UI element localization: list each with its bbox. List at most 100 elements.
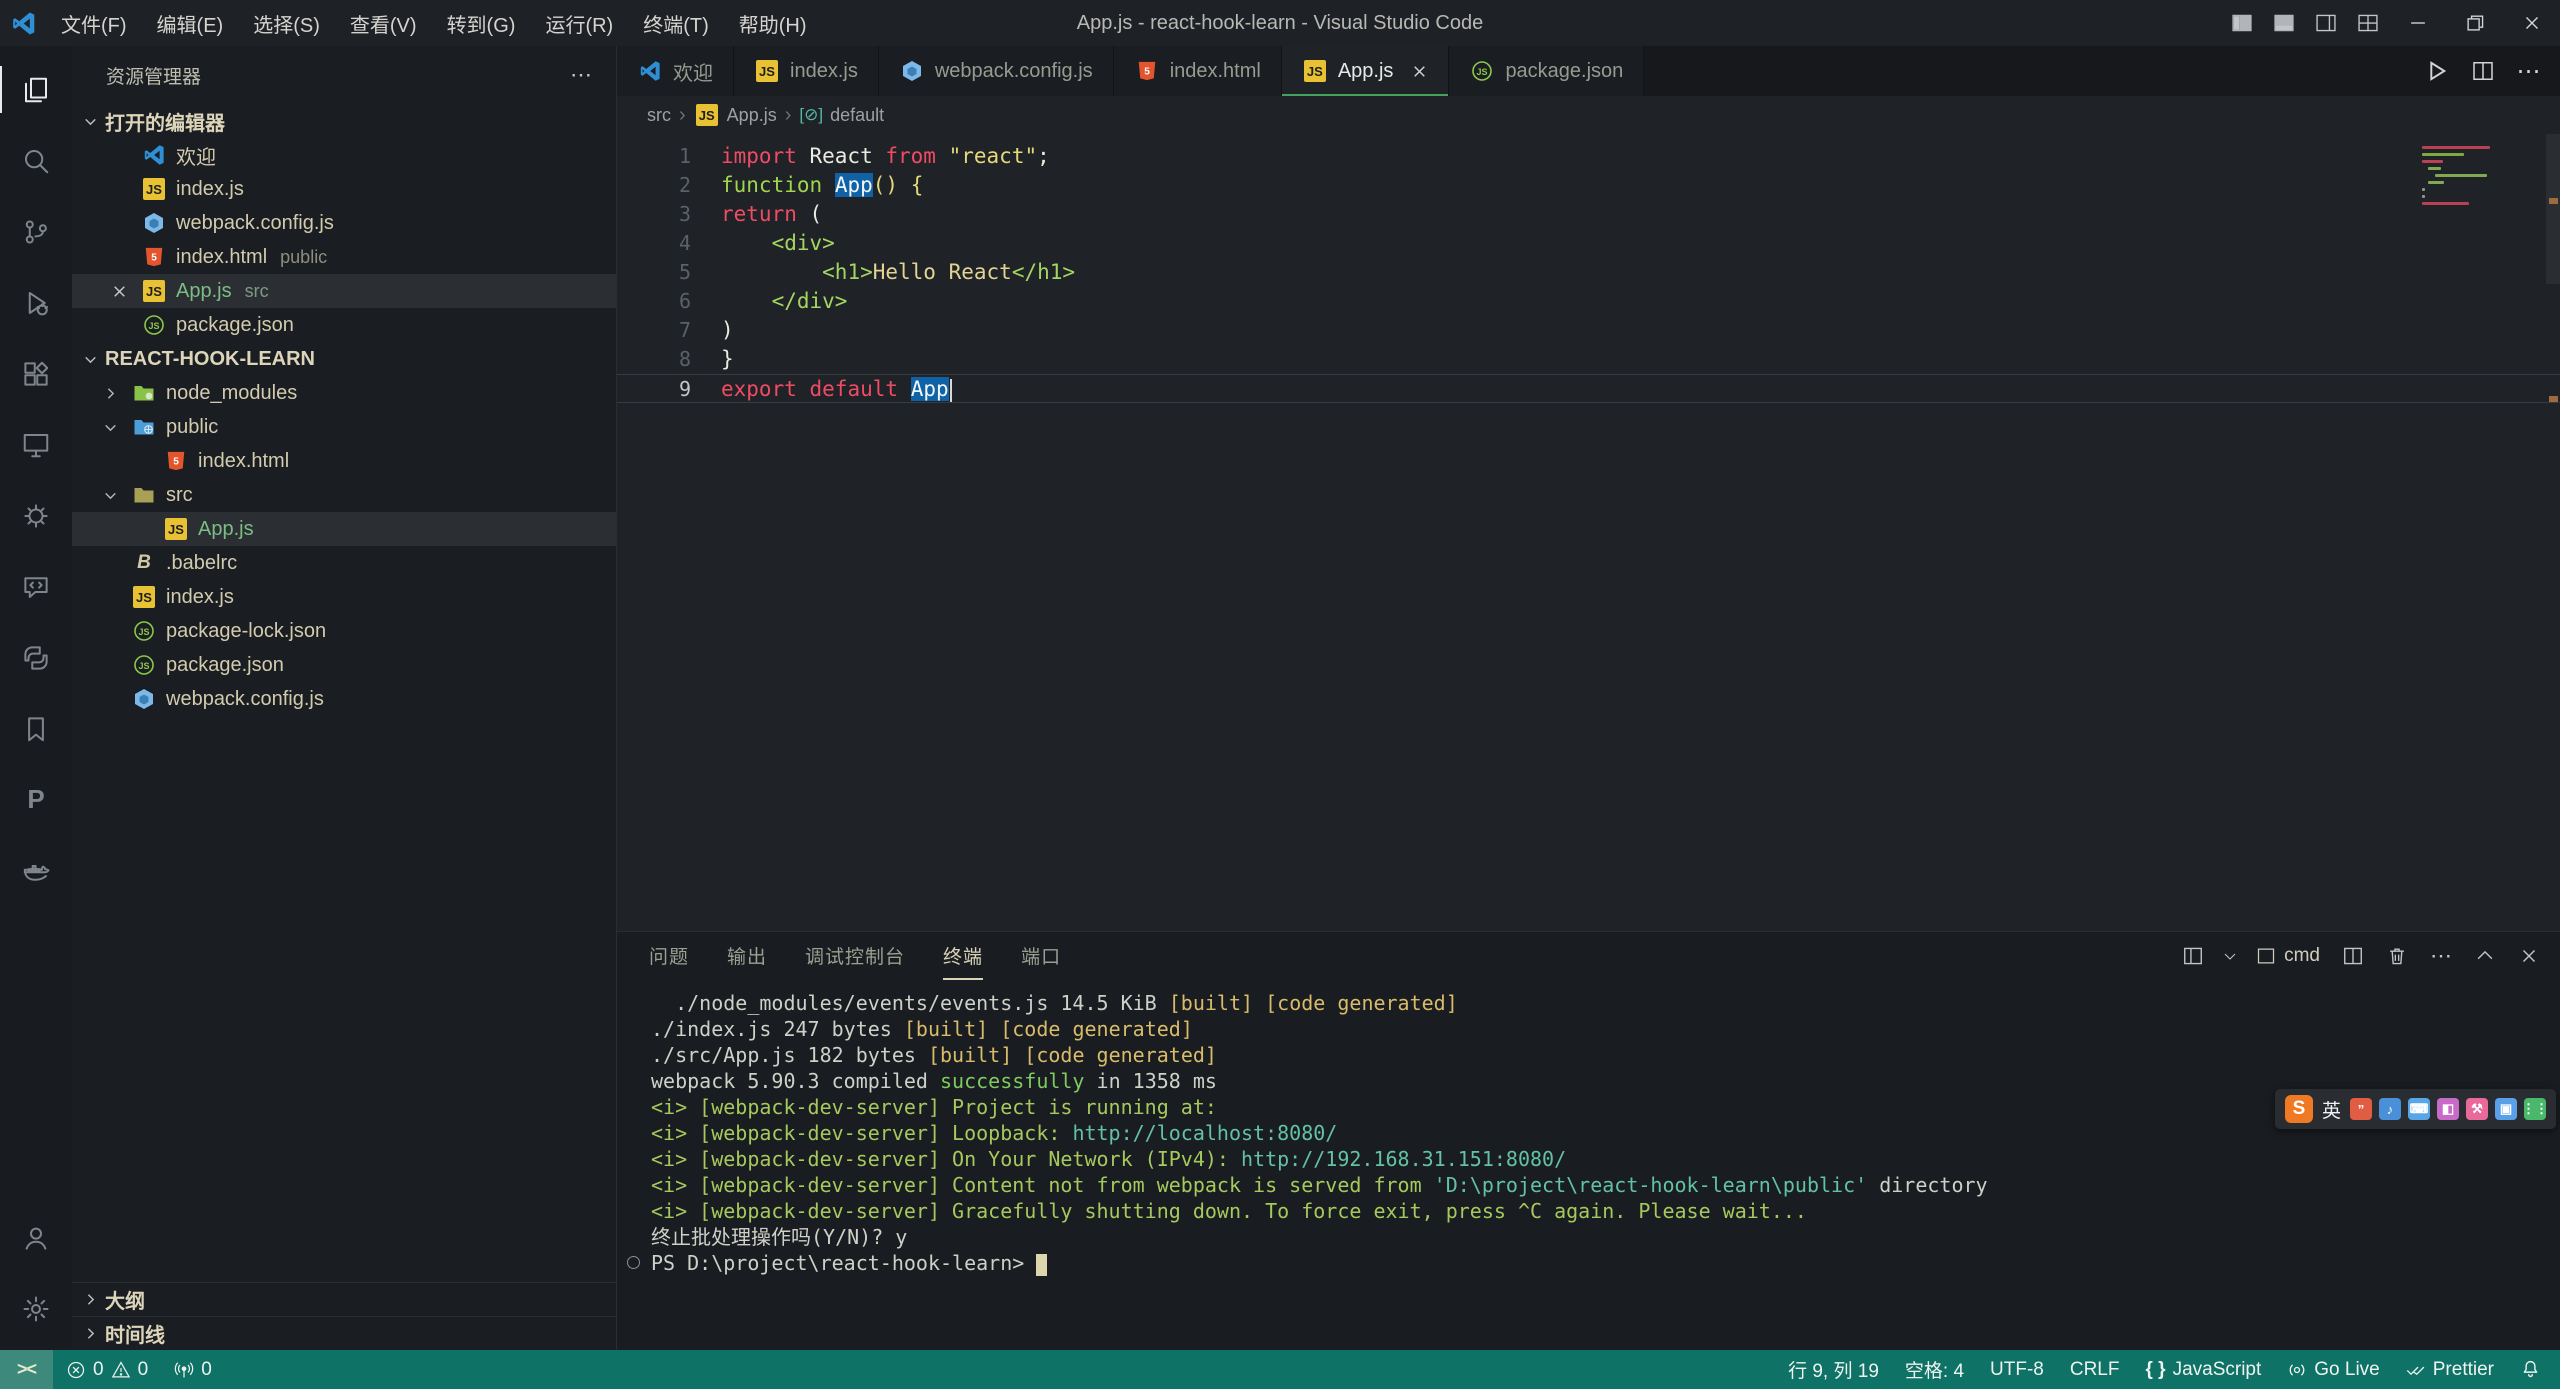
panel-tab-调试控制台[interactable]: 调试控制台 (805, 932, 905, 980)
activity-bookmarks-icon[interactable] (0, 693, 72, 764)
menu-V[interactable]: 查看(V) (335, 0, 432, 46)
tree-item-package.json[interactable]: JSpackage.json (72, 648, 616, 682)
menu-E[interactable]: 编辑(E) (142, 0, 239, 46)
tree-item-webpack.config.js[interactable]: webpack.config.js (72, 682, 616, 716)
open-editor-webpack.config.js[interactable]: webpack.config.js (72, 206, 616, 240)
menu-T[interactable]: 终端(T) (628, 0, 724, 46)
activity-project-manager-icon[interactable]: P (0, 764, 72, 835)
menu-S[interactable]: 选择(S) (238, 0, 335, 46)
tree-item-public[interactable]: public (72, 410, 616, 444)
status--9-19[interactable]: 行 9, 列 19 (1775, 1350, 1892, 1389)
menu-G[interactable]: 转到(G) (432, 0, 531, 46)
explorer-more-actions-icon[interactable]: ⋯ (570, 62, 594, 88)
toggle-sidebar-icon[interactable] (2221, 0, 2263, 46)
tab-欢迎[interactable]: 欢迎 (617, 46, 734, 96)
tab-index.js[interactable]: JSindex.js (734, 46, 879, 96)
panel-tab-终端[interactable]: 终端 (943, 932, 983, 980)
ime-keyboard-icon[interactable]: ⌨ (2408, 1098, 2430, 1120)
menu-R[interactable]: 运行(R) (530, 0, 628, 46)
code-editor[interactable]: 1import React from "react";2function App… (617, 134, 2560, 931)
sidebar-section-时间线[interactable]: 时间线 (72, 1316, 616, 1350)
open-editor-index.html[interactable]: 5index.htmlpublic (72, 240, 616, 274)
activity-files-icon[interactable] (0, 54, 72, 125)
ime-language-mode[interactable]: 英 (2322, 1096, 2341, 1123)
tab-webpack.config.js[interactable]: webpack.config.js (879, 46, 1114, 96)
close-panel-icon[interactable] (2512, 939, 2546, 973)
terminal-instance-item[interactable]: cmd (2250, 945, 2326, 967)
tree-item-App.js[interactable]: JSApp.js (72, 512, 616, 546)
minimap[interactable] (2422, 146, 2534, 209)
activity-settings-gear-icon[interactable] (0, 1273, 72, 1344)
activity-remote-explorer-icon[interactable] (0, 409, 72, 480)
tree-item-src[interactable]: src (72, 478, 616, 512)
ime-mic-icon[interactable]: ♪ (2379, 1098, 2401, 1120)
ime-logo-icon[interactable]: S (2285, 1095, 2313, 1123)
ime-grid-icon[interactable]: ⋮⋮ (2524, 1098, 2546, 1120)
sidebar-section-大纲[interactable]: 大纲 (72, 1282, 616, 1316)
status-Prettier[interactable]: Prettier (2393, 1350, 2507, 1389)
tree-item-index.js[interactable]: JSindex.js (72, 580, 616, 614)
breadcrumb-item-App.js[interactable]: JSApp.js (694, 102, 777, 128)
tab-App.js[interactable]: JSApp.js (1282, 46, 1450, 96)
activity-source-control-icon[interactable] (0, 196, 72, 267)
minimize-button[interactable] (2389, 0, 2446, 46)
activity-search-icon[interactable] (0, 125, 72, 196)
overview-ruler[interactable] (2546, 134, 2560, 931)
activity-docker-icon[interactable] (0, 835, 72, 906)
status-Go-Live[interactable]: Go Live (2274, 1350, 2392, 1389)
tree-item-.babelrc[interactable]: B.babelrc (72, 546, 616, 580)
ime-puzzle-icon[interactable]: ▣ (2495, 1098, 2517, 1120)
kill-terminal-icon[interactable] (2380, 939, 2414, 973)
close-editor-icon[interactable] (106, 283, 132, 300)
customize-layout-icon[interactable] (2347, 0, 2389, 46)
activity-sync-gear-icon[interactable] (0, 480, 72, 551)
panel-tab-端口[interactable]: 端口 (1021, 932, 1061, 980)
remote-indicator[interactable]: >< (0, 1350, 53, 1389)
panel-tab-输出[interactable]: 输出 (727, 932, 767, 980)
open-editor-package.json[interactable]: JSpackage.json (72, 308, 616, 342)
status-UTF-8[interactable]: UTF-8 (1977, 1350, 2057, 1389)
tree-item-package-lock.json[interactable]: JSpackage-lock.json (72, 614, 616, 648)
terminal-output[interactable]: ./node_modules/events/events.js 14.5 KiB… (617, 980, 2560, 1350)
menu-F[interactable]: 文件(F) (46, 0, 142, 46)
toggle-secondary-sidebar-icon[interactable] (2305, 0, 2347, 46)
menu-H[interactable]: 帮助(H) (724, 0, 822, 46)
restore-button[interactable] (2446, 0, 2503, 46)
split-terminal-icon[interactable] (2336, 939, 2370, 973)
ports-status[interactable]: 0 (161, 1350, 225, 1389)
open-editor-App.js[interactable]: JSApp.jssrc (72, 274, 616, 308)
open-editor-欢迎[interactable]: 欢迎 (72, 138, 616, 172)
split-editor-icon[interactable] (2462, 46, 2504, 96)
status--4[interactable]: 空格: 4 (1892, 1350, 1977, 1389)
ime-image-icon[interactable]: ◧ (2437, 1098, 2459, 1120)
activity-python-icon[interactable] (0, 622, 72, 693)
breadcrumb-item-default[interactable]: [⊘]default (799, 105, 884, 126)
status-JavaScript[interactable]: { }JavaScript (2132, 1350, 2274, 1389)
activity-account-icon[interactable] (0, 1202, 72, 1273)
tab-index.html[interactable]: 5index.html (1114, 46, 1282, 96)
profile-dropdown-icon[interactable] (2220, 939, 2240, 973)
tree-item-index.html[interactable]: 5index.html (72, 444, 616, 478)
close-tab-icon[interactable] (1411, 63, 1428, 80)
run-file-icon[interactable] (2416, 46, 2458, 96)
activity-extensions-icon[interactable] (0, 338, 72, 409)
workspace-root-header[interactable]: REACT-HOOK-LEARN (72, 342, 616, 376)
activity-chat-code-icon[interactable] (0, 551, 72, 622)
panel-more-actions-icon[interactable]: ⋯ (2424, 939, 2458, 973)
ime-wrench-icon[interactable]: ⚒ (2466, 1098, 2488, 1120)
toggle-panel-icon[interactable] (2263, 0, 2305, 46)
open-editors-header[interactable]: 打开的编辑器 (72, 104, 616, 138)
activity-run-debug-icon[interactable] (0, 267, 72, 338)
close-window-button[interactable] (2503, 0, 2560, 46)
panel-tab-问题[interactable]: 问题 (649, 932, 689, 980)
tree-item-node_modules[interactable]: node_modules (72, 376, 616, 410)
status-bell[interactable] (2507, 1350, 2554, 1389)
ime-quote-icon[interactable]: ” (2350, 1098, 2372, 1120)
collapse-panel-icon[interactable] (2468, 939, 2502, 973)
breadcrumb-item-src[interactable]: src (647, 105, 671, 126)
open-editor-index.js[interactable]: JSindex.js (72, 172, 616, 206)
editor-more-actions-icon[interactable]: ⋯ (2508, 46, 2550, 96)
tab-package.json[interactable]: JSpackage.json (1449, 46, 1644, 96)
status-CRLF[interactable]: CRLF (2057, 1350, 2133, 1389)
problems-status[interactable]: 0 0 (53, 1350, 161, 1389)
